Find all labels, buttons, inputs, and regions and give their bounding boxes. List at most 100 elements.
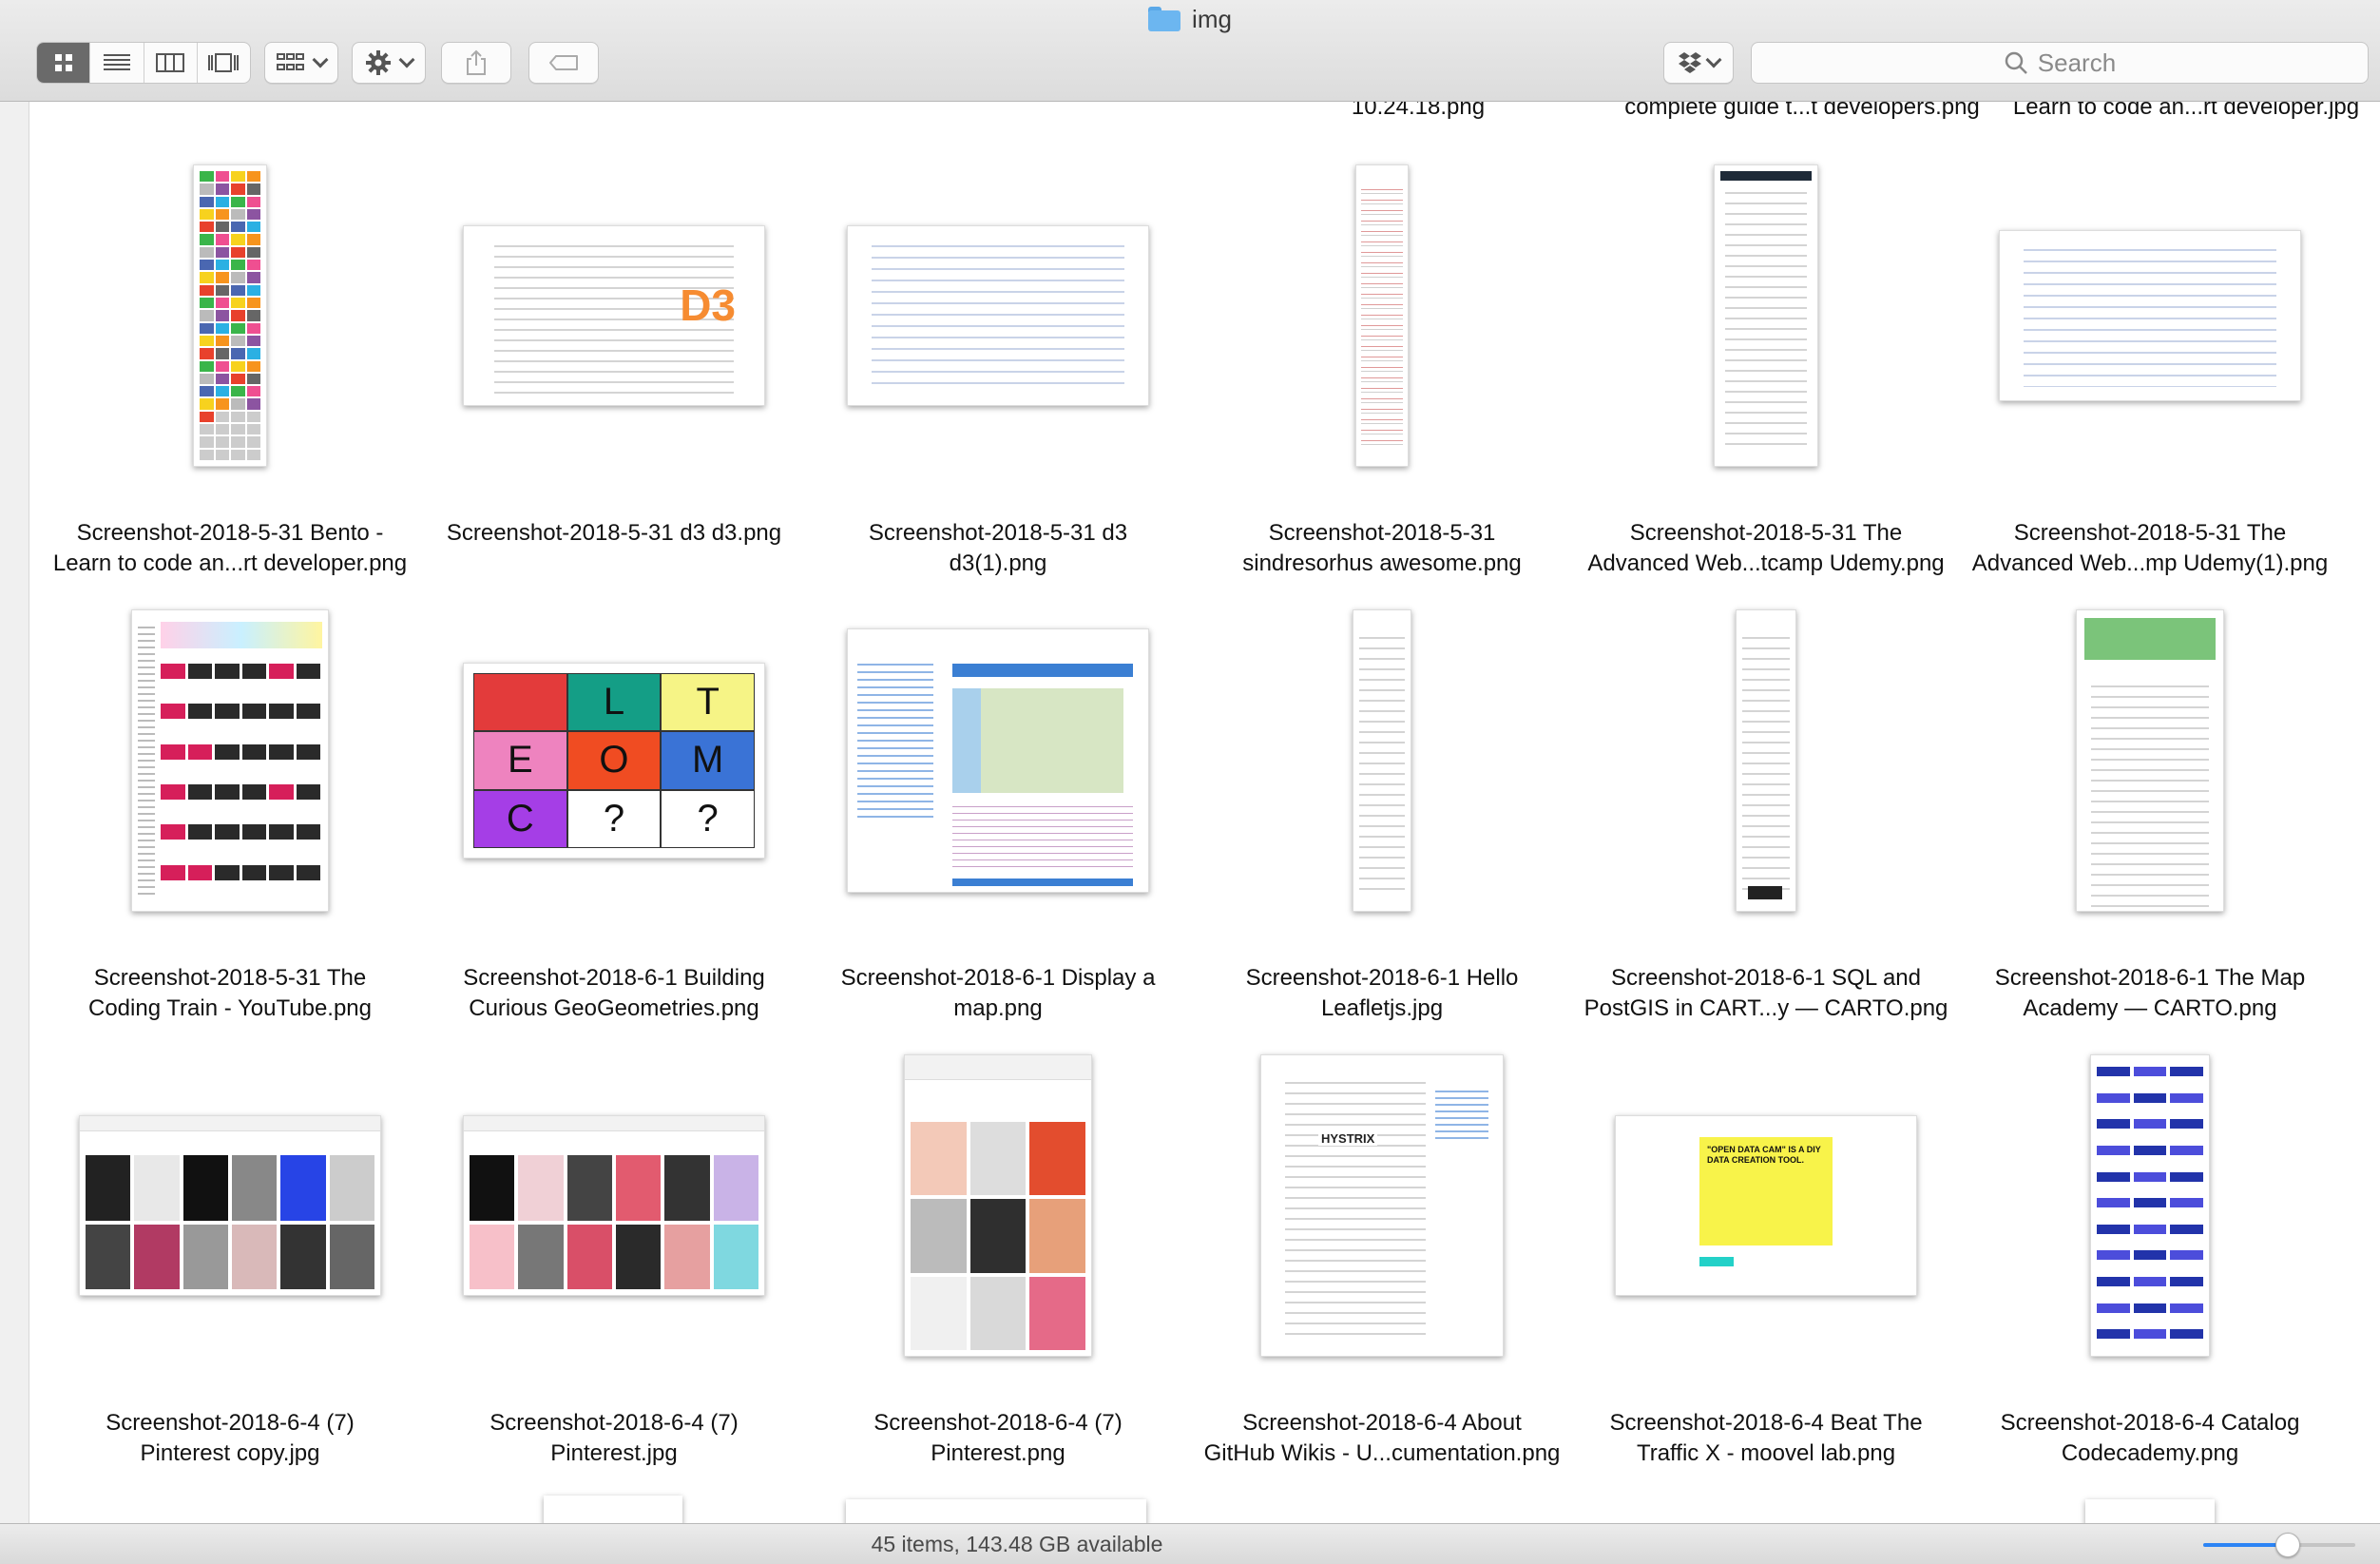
file-thumbnail-partial[interactable] — [846, 1499, 1146, 1523]
file-item[interactable]: Screenshot-2018-5-31 The Advanced Web...… — [1958, 121, 2342, 576]
geo-tile: C — [473, 789, 567, 848]
file-item[interactable]: Screenshot-2018-6-1 Hello Leafletjs.jpg — [1190, 566, 1574, 1021]
window-title-text: img — [1192, 4, 1232, 33]
file-thumbnail[interactable] — [904, 1054, 1092, 1357]
file-name-label: Screenshot-2018-6-4 Beat The Traffic X -… — [1609, 1410, 1923, 1466]
geo-tile: ? — [661, 789, 755, 848]
file-item[interactable]: Screenshot-2018-6-1 The Map Academy — CA… — [1958, 566, 2342, 1021]
file-thumbnail[interactable] — [1736, 609, 1796, 912]
gallery-view-button[interactable] — [198, 43, 250, 83]
file-thumbnail-area: HYSTRIX — [1190, 1049, 1574, 1362]
file-item[interactable]: Screenshot-2018-5-31 Bento - Learn to co… — [38, 121, 422, 576]
course-grid — [2097, 1067, 2203, 1350]
file-thumbnail-area — [38, 604, 422, 917]
status-text: 45 items, 143.48 GB available — [871, 1532, 1163, 1556]
file-thumbnail[interactable] — [463, 1115, 765, 1296]
edit-tags-button[interactable] — [528, 42, 599, 84]
file-item[interactable]: HYSTRIX Screenshot-2018-6-4 About GitHub … — [1190, 1011, 1574, 1466]
file-item[interactable]: D3 Screenshot-2018-5-31 d3 d3.png — [422, 121, 806, 566]
file-name-label: 10.24.18.png — [1351, 102, 1486, 120]
geo-tile: O — [566, 731, 662, 790]
file-name-label: complete guide t...t developers.png — [1624, 102, 1980, 120]
file-item[interactable]: Screenshot-2018-6-1 SQL and PostGIS in C… — [1574, 566, 1958, 1021]
file-item[interactable]: Screenshot-2018-6-4 Catalog Codecademy.p… — [1958, 1011, 2342, 1466]
chevron-down-icon — [1705, 51, 1722, 68]
sidebar-lines — [138, 622, 155, 898]
search-field[interactable]: Search — [1751, 42, 2369, 84]
file-item[interactable]: Screenshot-2018-6-1 Display a map.png — [806, 566, 1190, 1021]
right-column — [1434, 1085, 1488, 1140]
columns-icon — [156, 53, 185, 72]
file-thumbnail-area — [1574, 159, 1958, 473]
thumbnail-content — [1724, 183, 1808, 449]
dropbox-button[interactable] — [1663, 42, 1734, 84]
file-thumbnail[interactable] — [2076, 609, 2224, 912]
geo-tile: T — [661, 673, 755, 732]
file-thumbnail-area — [1958, 159, 2342, 473]
file-name-label: Learn to code an...rt developer.jpg — [2012, 102, 2360, 120]
file-thumbnail[interactable] — [847, 225, 1149, 406]
map-header — [952, 664, 1133, 677]
file-item[interactable]: "OPEN DATA CAM" IS A DIY DATA CREATION T… — [1574, 1011, 1958, 1466]
browser-bar — [905, 1055, 1091, 1081]
sidebar-lines — [857, 658, 933, 820]
thumbnail-content — [200, 171, 260, 460]
tag-icon — [549, 55, 578, 70]
window-title: img — [950, 2, 1430, 36]
file-thumbnail-area — [1958, 1049, 2342, 1362]
share-button[interactable] — [441, 42, 511, 84]
gear-icon — [366, 50, 391, 75]
code-block — [952, 801, 1133, 867]
sidebar-edge — [0, 102, 29, 1523]
chevron-down-icon — [312, 51, 329, 68]
file-thumbnail-area — [806, 604, 1190, 917]
thumbnail-content — [1742, 628, 1790, 894]
column-view-button[interactable] — [144, 43, 198, 83]
file-thumbnail-area — [1958, 604, 2342, 917]
file-item[interactable]: Screenshot-2018-5-31 d3 d3(1).png — [806, 121, 1190, 576]
file-thumbnail[interactable]: L T E O M C?? — [463, 663, 765, 859]
file-thumbnail[interactable] — [131, 609, 329, 912]
icon-size-slider-knob[interactable] — [2275, 1533, 2300, 1557]
file-thumbnail-area: D3 — [422, 159, 806, 473]
file-thumbnail-area — [1574, 604, 1958, 917]
file-thumbnail[interactable] — [2090, 1054, 2210, 1357]
file-thumbnail-area — [422, 1049, 806, 1362]
icon-size-slider[interactable] — [2203, 1533, 2355, 1557]
file-thumbnail[interactable] — [1714, 164, 1818, 467]
icon-size-slider-fill — [2203, 1543, 2287, 1547]
previous-row-labels: 10.24.18.png complete guide t...t develo… — [38, 102, 2359, 123]
icon-view-button[interactable] — [37, 43, 91, 83]
file-thumbnail[interactable] — [79, 1115, 381, 1296]
file-thumbnail[interactable] — [1355, 164, 1409, 467]
file-item[interactable]: Screenshot-2018-6-4 (7) Pinterest copy.j… — [38, 1011, 422, 1466]
yellow-card: "OPEN DATA CAM" IS A DIY DATA CREATION T… — [1699, 1137, 1833, 1245]
file-name-label: Screenshot-2018-5-31 d3 d3.png — [446, 520, 782, 546]
file-thumbnail[interactable] — [193, 164, 267, 467]
hystrix-logo: HYSTRIX — [1318, 1131, 1378, 1146]
file-thumbnail[interactable]: "OPEN DATA CAM" IS A DIY DATA CREATION T… — [1615, 1115, 1917, 1296]
file-item[interactable]: L T E O M C?? Screenshot-2018-6-1 Building Cur… — [422, 566, 806, 1021]
file-thumbnail[interactable] — [847, 628, 1149, 893]
file-thumbnail-area — [806, 159, 1190, 473]
file-thumbnail[interactable]: HYSTRIX — [1260, 1054, 1504, 1357]
gallery-icon — [208, 53, 240, 72]
file-item[interactable]: Screenshot-2018-5-31 The Coding Train - … — [38, 566, 422, 1021]
icon-grid: 10.24.18.png complete guide t...t develo… — [38, 102, 2359, 1523]
file-thumbnail[interactable] — [1999, 230, 2301, 401]
file-thumbnail-partial[interactable] — [2085, 1499, 2215, 1523]
file-item[interactable]: Screenshot-2018-6-4 (7) Pinterest.jpg — [422, 1011, 806, 1466]
icon-grid-icon — [54, 54, 72, 71]
file-thumbnail[interactable] — [1353, 609, 1411, 912]
list-view-button[interactable] — [90, 43, 144, 83]
folder-icon — [1148, 7, 1181, 31]
action-menu-button[interactable] — [352, 42, 426, 84]
file-item[interactable]: Screenshot-2018-6-4 (7) Pinterest.png — [806, 1011, 1190, 1466]
file-thumbnail[interactable]: D3 — [463, 225, 765, 406]
dropbox-icon — [1679, 52, 1701, 73]
file-item[interactable]: Screenshot-2018-5-31 sindresorhus awesom… — [1190, 121, 1574, 576]
file-thumbnail-partial[interactable] — [544, 1496, 682, 1523]
file-item[interactable]: Screenshot-2018-5-31 The Advanced Web...… — [1574, 121, 1958, 576]
group-by-button[interactable] — [264, 42, 338, 84]
green-header — [2084, 618, 2216, 660]
